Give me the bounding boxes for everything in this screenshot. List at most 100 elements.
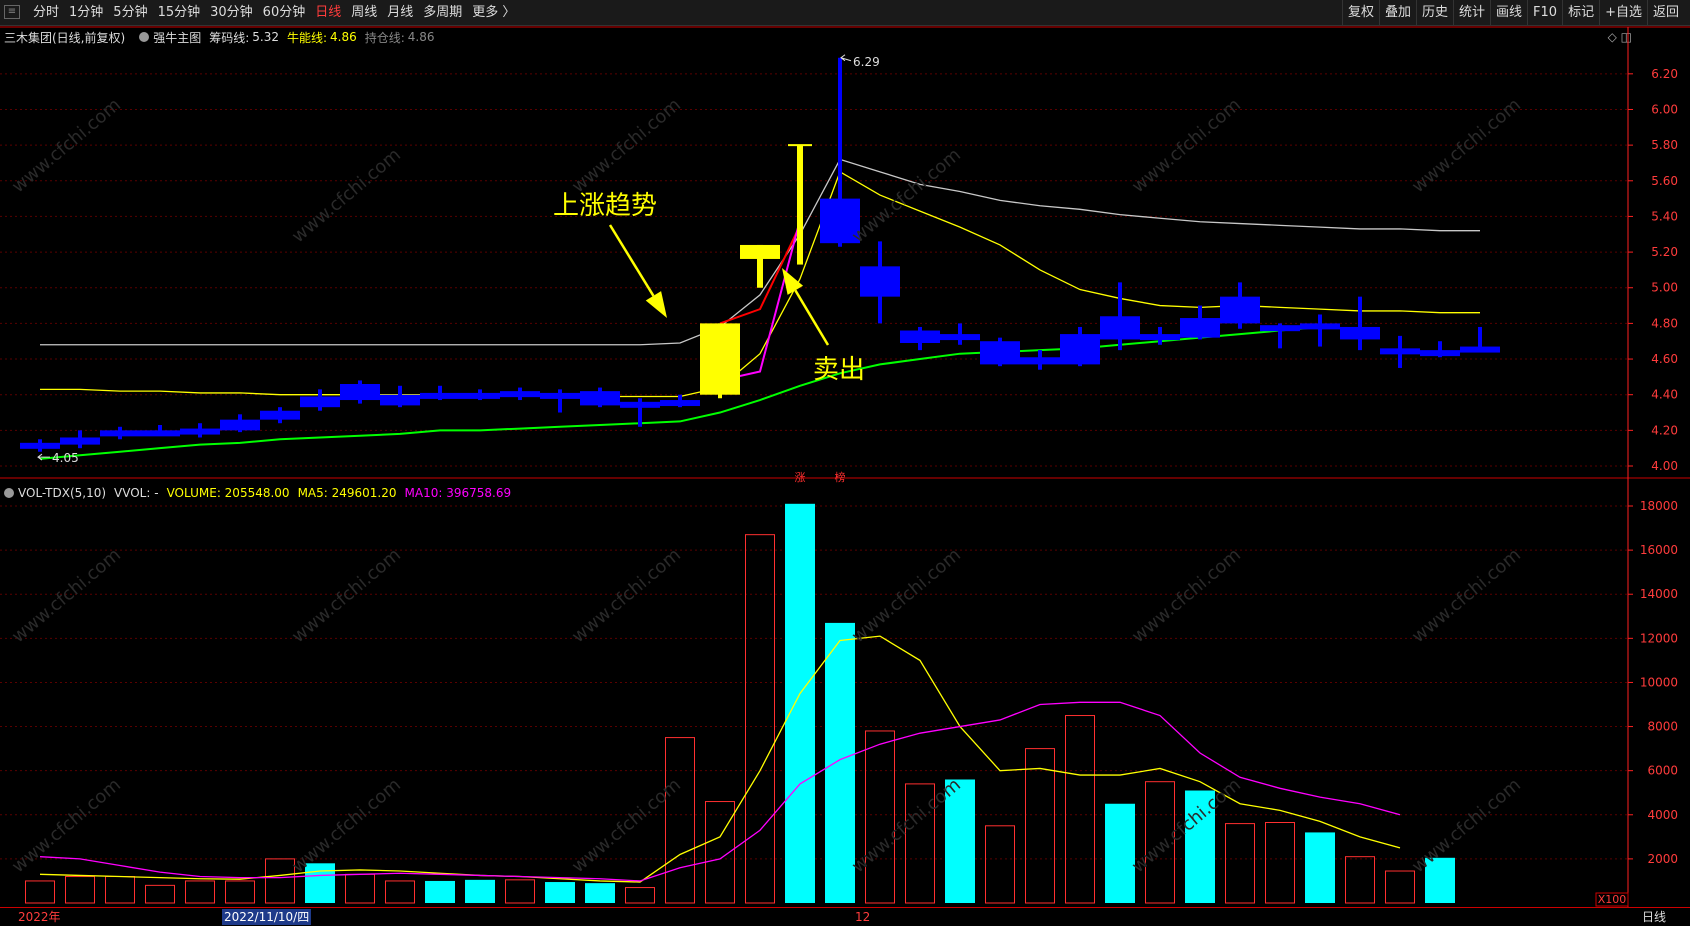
candle-body (500, 391, 540, 398)
vol-y-tick-label: 18000 (1640, 499, 1678, 513)
candle-body (1340, 326, 1380, 340)
candle-body (300, 396, 340, 408)
annotation-uptrend: 上涨趋势 (553, 191, 657, 221)
volume-bar (65, 876, 95, 904)
candle-body (660, 400, 700, 407)
arrow-icon-uptrend-shaft (608, 224, 655, 297)
watermark-text: www.cfchi.com (288, 544, 405, 647)
arrow-icon-uptrend (645, 291, 667, 318)
watermark-text: www.cfchi.com (1408, 544, 1525, 647)
candle-body (1100, 316, 1140, 340)
annotation-sell: 卖出 (813, 355, 865, 385)
candle-body (220, 419, 260, 431)
candle-wick (757, 244, 763, 288)
watermark-text: www.cfchi.com (1408, 774, 1525, 877)
candle-body (540, 392, 580, 399)
mark-bang: 榜 (835, 470, 846, 484)
watermark-text: www.cfchi.com (1128, 544, 1245, 647)
candle-body (1220, 296, 1260, 324)
arrow-icon-sell (782, 268, 804, 295)
y-tick-label: 4.20 (1651, 423, 1678, 437)
vol-y-tick-label: 14000 (1640, 587, 1678, 601)
vol-y-tick-label: 2000 (1647, 852, 1678, 866)
volume-bar (1385, 870, 1415, 904)
candle-body (900, 330, 940, 343)
y-tick-label: 4.60 (1651, 352, 1678, 366)
volume-bar (1265, 821, 1295, 904)
y-tick-label: 4.40 (1651, 388, 1678, 402)
vol-y-tick-label: 6000 (1647, 764, 1678, 778)
status-bar: 2022年 2022/11/10/四 12 日线 (0, 907, 1690, 926)
y-tick-label: 6.20 (1651, 67, 1678, 81)
candle-body (60, 437, 100, 445)
candle-body (1180, 318, 1220, 338)
volume-bar (1225, 823, 1255, 904)
candle-body (797, 145, 803, 265)
low-price-label: 4.05 (52, 451, 79, 465)
mark-zhang: 涨 (795, 471, 806, 484)
high-price-label: 6.29 (853, 55, 880, 69)
candle-body (420, 392, 460, 399)
candle-body (980, 341, 1020, 365)
volume-bar (985, 825, 1015, 904)
watermark-text: www.cfchi.com (848, 544, 965, 647)
vol-unit-label: X100 (1598, 893, 1627, 906)
status-year: 2022年 (18, 910, 61, 924)
watermark-text: www.cfchi.com (568, 544, 685, 647)
y-tick-label: 5.00 (1651, 281, 1678, 295)
volume-bar (505, 879, 535, 904)
candle-body (260, 410, 300, 420)
volume-bar (265, 858, 295, 904)
vol-y-tick-label: 10000 (1640, 675, 1678, 689)
status-period: 日线 (1642, 910, 1667, 924)
volume-bar (145, 884, 175, 904)
candle-body (140, 430, 180, 437)
y-tick-label: 5.80 (1651, 138, 1678, 152)
vol-y-tick-label: 4000 (1647, 808, 1678, 822)
candle-body (580, 391, 620, 406)
candle-body (940, 334, 980, 341)
watermark-text: www.cfchi.com (288, 774, 405, 877)
candle-body (1420, 350, 1460, 357)
y-tick-label: 5.60 (1651, 174, 1678, 188)
volume-bar (865, 730, 895, 904)
volume-bar (345, 873, 375, 904)
y-tick-label: 5.20 (1651, 245, 1678, 259)
volume-bar (745, 534, 775, 904)
volume-bar (1025, 748, 1055, 904)
candle-body (340, 384, 380, 401)
watermark-text: www.cfchi.com (848, 144, 965, 247)
y-tick-label: 6.00 (1651, 102, 1678, 116)
volume-bar (665, 737, 695, 904)
candle-body (180, 428, 220, 435)
candle-body (860, 266, 900, 297)
volume-bar (785, 503, 815, 903)
arrow-icon-sell-shaft (794, 289, 830, 346)
volume-bar (385, 880, 415, 904)
volume-bar (585, 883, 615, 903)
vol-y-tick-label: 16000 (1640, 543, 1678, 557)
candle-body (620, 401, 660, 408)
volume-bar (1065, 715, 1095, 904)
volume-bar (105, 876, 135, 904)
y-tick-label: 4.00 (1651, 459, 1678, 473)
kline-chart[interactable]: 4.00 4.20 4.40 4.60 4.80 5.00 5.20 5.40 5.60 5.80… (0, 0, 1690, 926)
status-date: 2022/11/10/四 (222, 909, 312, 925)
watermark-text: www.cfchi.com (8, 544, 125, 647)
volume-bar (625, 887, 655, 904)
candle-body (1060, 334, 1100, 365)
vol-y-tick-label: 8000 (1647, 720, 1678, 734)
watermark-text: www.cfchi.com (288, 144, 405, 247)
volume-bar (225, 880, 255, 904)
candle-body (1020, 357, 1060, 365)
volume-bar (465, 879, 495, 903)
volume-bar (425, 880, 455, 903)
candle-body (1260, 325, 1300, 332)
candle-body (1140, 334, 1180, 341)
volume-bar (1105, 803, 1135, 903)
candle-body (20, 442, 60, 449)
candle-body (380, 394, 420, 406)
y-tick-label: 5.40 (1651, 209, 1678, 223)
volume-bar (25, 880, 55, 904)
volume-bar (1345, 856, 1375, 904)
